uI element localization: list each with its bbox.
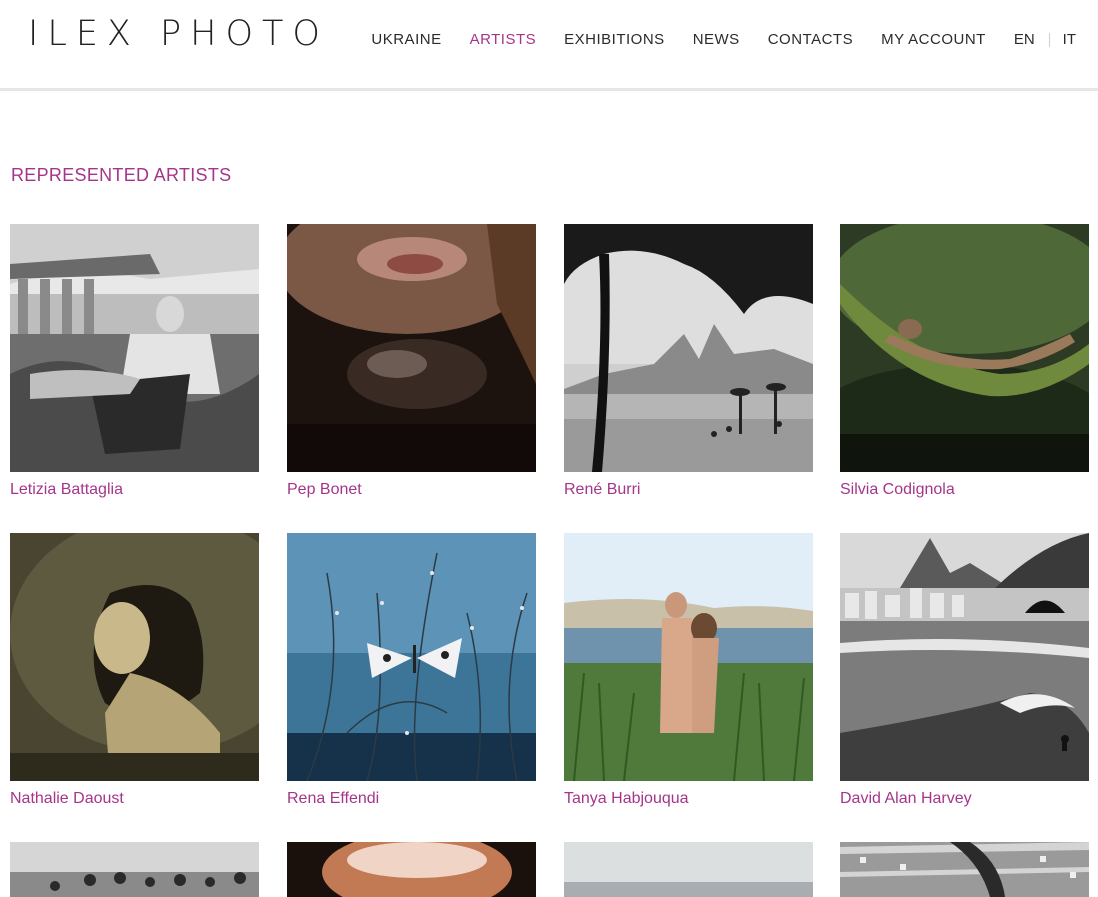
main-nav: UKRAINE ARTISTS EXHIBITIONS NEWS CONTACT… <box>343 31 1076 48</box>
artist-photo[interactable] <box>287 224 536 472</box>
artist-photo[interactable] <box>564 533 813 781</box>
artist-card[interactable]: Silvia Codignola <box>840 224 1089 499</box>
artist-card[interactable]: Rena Effendi <box>287 533 536 808</box>
site-logo[interactable]: ILEX PHOTO <box>28 14 329 54</box>
artist-card[interactable]: Letizia Battaglia <box>10 224 259 499</box>
artist-photo[interactable] <box>840 842 1089 897</box>
artist-card[interactable] <box>287 842 536 897</box>
artist-name[interactable]: Rena Effendi <box>287 790 536 808</box>
nav-item-artists[interactable]: ARTISTS <box>470 31 537 48</box>
artist-photo[interactable] <box>564 842 813 897</box>
artist-name[interactable]: Silvia Codignola <box>840 481 1089 499</box>
artist-name[interactable]: David Alan Harvey <box>840 790 1089 808</box>
section-title: REPRESENTED ARTISTS <box>11 165 232 185</box>
artist-card[interactable] <box>10 842 259 897</box>
language-en[interactable]: EN <box>1014 31 1035 48</box>
nav-item-exhibitions[interactable]: EXHIBITIONS <box>564 31 665 48</box>
artist-photo[interactable] <box>10 842 259 897</box>
artist-photo[interactable] <box>287 533 536 781</box>
artist-name[interactable]: Nathalie Daoust <box>10 790 259 808</box>
artist-card[interactable]: Tanya Habjouqua <box>564 533 813 808</box>
nav-item-ukraine[interactable]: UKRAINE <box>371 31 441 48</box>
artist-card[interactable] <box>564 842 813 897</box>
artist-name[interactable]: Pep Bonet <box>287 481 536 499</box>
artist-photo[interactable] <box>840 224 1089 472</box>
artist-photo[interactable] <box>10 533 259 781</box>
artist-name[interactable]: René Burri <box>564 481 813 499</box>
artist-name[interactable]: Tanya Habjouqua <box>564 790 813 808</box>
artist-card[interactable] <box>840 842 1089 897</box>
artist-card[interactable]: David Alan Harvey <box>840 533 1089 808</box>
artist-photo[interactable] <box>287 842 536 897</box>
artist-photo[interactable] <box>10 224 259 472</box>
site-header: ILEX PHOTO UKRAINE ARTISTS EXHIBITIONS N… <box>0 0 1098 91</box>
language-divider <box>1048 32 1050 47</box>
artist-photo[interactable] <box>840 533 1089 781</box>
artist-card[interactable]: René Burri <box>564 224 813 499</box>
nav-item-contacts[interactable]: CONTACTS <box>768 31 853 48</box>
artist-card[interactable]: Pep Bonet <box>287 224 536 499</box>
nav-item-news[interactable]: NEWS <box>693 31 740 48</box>
artist-card[interactable]: Nathalie Daoust <box>10 533 259 808</box>
nav-item-my-account[interactable]: MY ACCOUNT <box>881 31 986 48</box>
artist-photo[interactable] <box>564 224 813 472</box>
artist-name[interactable]: Letizia Battaglia <box>10 481 259 499</box>
language-it[interactable]: IT <box>1063 31 1076 48</box>
